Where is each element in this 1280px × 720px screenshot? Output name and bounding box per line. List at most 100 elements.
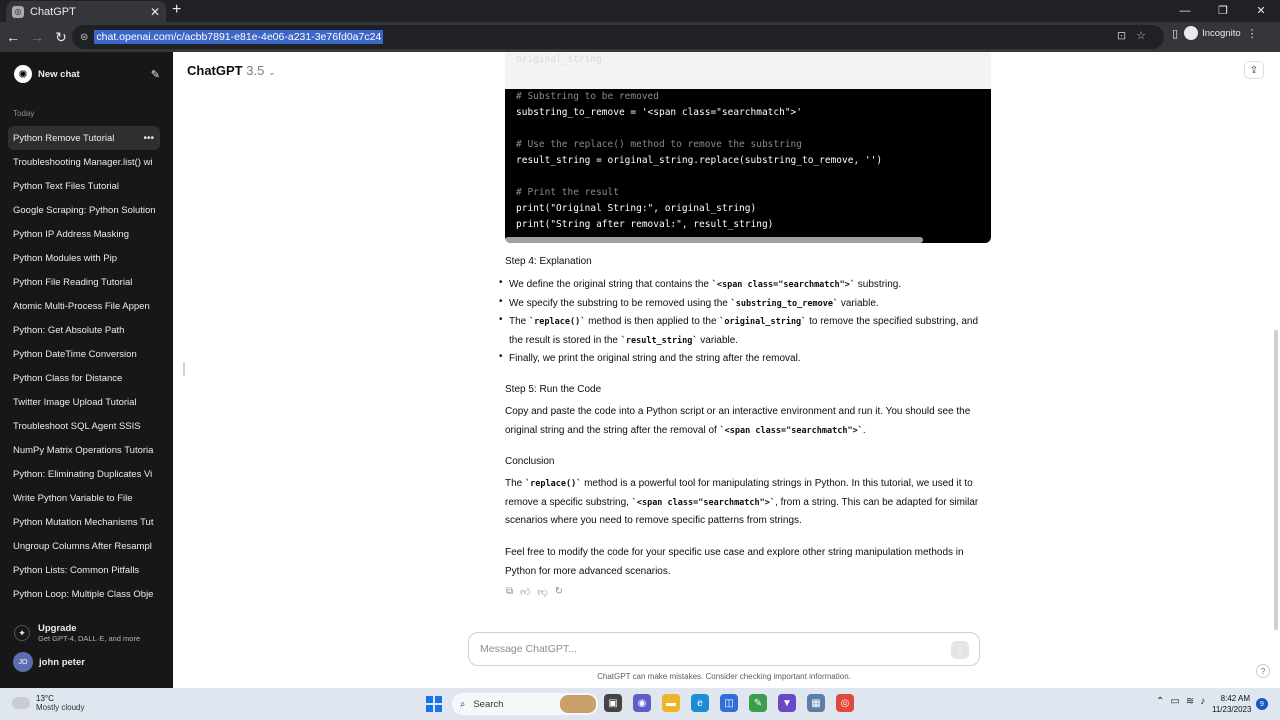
sidebar-item[interactable]: Python File Reading Tutorial xyxy=(8,270,160,294)
inline-code: `original_string` xyxy=(719,317,807,327)
windows-taskbar: 13°C Mostly cloudy ⌕ Search ▣ ◉ ▬ e ◫ ✎ … xyxy=(0,688,1280,720)
notification-badge[interactable]: 9 xyxy=(1256,698,1268,710)
chatgpt-favicon-icon: ◎ xyxy=(12,5,24,18)
menu-kebab-icon[interactable]: ⋮ xyxy=(1247,27,1258,40)
conclusion-heading: Conclusion xyxy=(505,456,555,467)
bookmark-star-icon[interactable]: ⊡☆ xyxy=(1117,29,1156,42)
code-block-header: original_string xyxy=(505,52,991,89)
back-icon[interactable]: ← xyxy=(2,29,24,45)
network-icon[interactable]: ▭ xyxy=(1170,696,1179,707)
chrome-icon[interactable]: ◎ xyxy=(836,694,854,712)
sidebar-item[interactable]: Twitter Image Upload Tutorial xyxy=(8,390,160,414)
address-bar[interactable]: ⊜ chat.openai.com/c/acbb7891-e81e-4e06-a… xyxy=(72,25,1164,49)
sidebar-item[interactable]: Python IP Address Masking xyxy=(8,222,160,246)
user-profile[interactable]: JO john peter xyxy=(13,652,85,672)
forward-icon[interactable]: → xyxy=(26,29,48,45)
thumbs-up-icon[interactable]: 👍︎ xyxy=(520,586,530,598)
clock[interactable]: 8:42 AM 11/23/2023 xyxy=(1212,693,1252,715)
sidebar-collapse-handle[interactable] xyxy=(183,362,185,376)
sidebar-item-label: Python: Eliminating Duplicates Vi xyxy=(13,468,153,480)
sidebar-item[interactable]: Python Modules with Pip xyxy=(8,246,160,270)
taskbar-search[interactable]: ⌕ Search xyxy=(452,693,598,715)
message-input[interactable]: Message ChatGPT... ↑ xyxy=(468,632,980,666)
sidebar-item[interactable]: Python DateTime Conversion xyxy=(8,342,160,366)
vpn-icon[interactable]: ▼ xyxy=(778,694,796,712)
store-icon[interactable]: ◫ xyxy=(720,694,738,712)
teams-chat-icon[interactable]: ◉ xyxy=(633,694,651,712)
help-button[interactable]: ? xyxy=(1256,664,1270,678)
options-icon[interactable]: ••• xyxy=(143,133,154,144)
tab-close-icon[interactable]: ✕ xyxy=(150,5,160,19)
volume-icon[interactable]: ♪ xyxy=(1200,696,1205,707)
sidebar-item-label: Atomic Multi-Process File Appen xyxy=(13,300,150,312)
sidebar-item[interactable]: Write Python Variable to File xyxy=(8,486,160,510)
sidebar-item[interactable]: Ungroup Columns After Resampl xyxy=(8,534,160,558)
message-placeholder: Message ChatGPT... xyxy=(480,643,577,655)
code-block: # Substring to be removed substring_to_r… xyxy=(505,89,991,243)
scrollbar[interactable] xyxy=(1274,330,1278,630)
code-horizontal-scrollbar[interactable] xyxy=(505,237,923,243)
text: variable. xyxy=(697,334,739,346)
close-window-button[interactable]: ✕ xyxy=(1242,0,1280,22)
share-icon[interactable]: ⇪ xyxy=(1244,61,1264,79)
sidebar-item-label: Python Lists: Common Pitfalls xyxy=(13,564,140,576)
sidebar-item[interactable]: Python: Eliminating Duplicates Vi xyxy=(8,462,160,486)
sidebar-item-python-remove-tutorial[interactable]: Python Remove Tutorial ••• xyxy=(8,126,160,150)
weather-widget[interactable]: 13°C Mostly cloudy xyxy=(12,694,84,712)
sidebar-item-label: Python DateTime Conversion xyxy=(13,348,137,360)
sidebar-item-label: Python Mutation Mechanisms Tut xyxy=(13,516,154,528)
model-selector[interactable]: ChatGPT 3.5 ⌄ xyxy=(187,63,276,78)
code-line: # Print the result xyxy=(516,187,619,198)
list-item: The `replace()` method is then applied t… xyxy=(499,311,989,350)
inline-code: `replace()` xyxy=(529,317,586,327)
send-button[interactable]: ↑ xyxy=(951,641,969,659)
sidebar-item-label: Troubleshoot SQL Agent SSIS xyxy=(13,420,141,432)
upgrade-subtitle: Get GPT-4, DALL·E, and more xyxy=(38,634,141,643)
notepad-icon[interactable]: ✎ xyxy=(749,694,767,712)
sidebar-item[interactable]: Python Loop: Multiple Class Obje xyxy=(8,582,160,606)
sidebar-item[interactable]: Troubleshoot SQL Agent SSIS xyxy=(8,414,160,438)
model-version: 3.5 xyxy=(246,63,265,78)
sidebar-item-label: Twitter Image Upload Tutorial xyxy=(13,396,137,408)
app-icon[interactable]: ▦ xyxy=(807,694,825,712)
chevron-up-icon[interactable]: ⌃ xyxy=(1156,696,1164,707)
new-chat-label: New chat xyxy=(38,68,80,80)
incognito-indicator[interactable]: Incognito xyxy=(1184,26,1241,40)
code-line: # Use the replace() method to remove the… xyxy=(516,139,802,150)
maximize-button[interactable]: ❐ xyxy=(1204,0,1242,22)
sidebar-item[interactable]: Atomic Multi-Process File Appen xyxy=(8,294,160,318)
inline-code: `substring_to_remove` xyxy=(730,298,839,309)
sidebar-item[interactable]: Python Text Files Tutorial xyxy=(8,174,160,198)
sidebar-item[interactable]: Google Scraping: Python Solution xyxy=(8,198,160,222)
file-explorer-icon[interactable]: ▬ xyxy=(662,694,680,712)
wifi-icon[interactable]: ≋ xyxy=(1186,696,1194,707)
site-info-icon[interactable]: ⊜ xyxy=(80,32,88,43)
sidebar-item[interactable]: Troubleshooting Manager.list() wi xyxy=(8,150,160,174)
url-text[interactable]: chat.openai.com/c/acbb7891-e81e-4e06-a23… xyxy=(94,30,384,44)
regenerate-icon[interactable]: ↻ xyxy=(555,586,563,598)
copy-icon[interactable]: ⧉ xyxy=(506,586,513,598)
sidebar-item[interactable]: Python Lists: Common Pitfalls xyxy=(8,558,160,582)
reload-icon[interactable]: ↻ xyxy=(50,29,72,46)
windows-start-icon[interactable] xyxy=(426,696,442,712)
sidebar-item[interactable]: Python: Get Absolute Path xyxy=(8,318,160,342)
text: We specify the substring to be removed u… xyxy=(509,297,731,309)
new-tab-button[interactable]: + xyxy=(172,1,181,19)
sidebar-item[interactable]: Python Class for Distance xyxy=(8,366,160,390)
step5-heading: Step 5: Run the Code xyxy=(505,384,602,395)
upgrade-button[interactable]: ✦ Upgrade Get GPT-4, DALL·E, and more xyxy=(8,618,160,648)
minimize-button[interactable]: — xyxy=(1166,0,1204,22)
code-line: result_string = original_string.replace(… xyxy=(516,155,883,166)
sidebar-item[interactable]: Python Mutation Mechanisms Tut xyxy=(8,510,160,534)
window-controls: — ❐ ✕ xyxy=(1166,0,1280,22)
thumbs-down-icon[interactable]: 👎︎ xyxy=(538,586,548,598)
new-chat-button[interactable]: ✺ New chat ✎ xyxy=(8,62,160,86)
edit-icon[interactable]: ✎ xyxy=(151,68,160,81)
text: The xyxy=(505,478,526,489)
task-view-icon[interactable]: ▣ xyxy=(604,694,622,712)
sidebar-item[interactable]: NumPy Matrix Operations Tutoria xyxy=(8,438,160,462)
edge-icon[interactable]: e xyxy=(691,694,709,712)
date: 11/23/2023 xyxy=(1212,705,1252,714)
sidepanel-icon[interactable]: ▯ xyxy=(1172,27,1178,40)
browser-tab[interactable]: ◎ ChatGPT ✕ xyxy=(6,1,166,22)
